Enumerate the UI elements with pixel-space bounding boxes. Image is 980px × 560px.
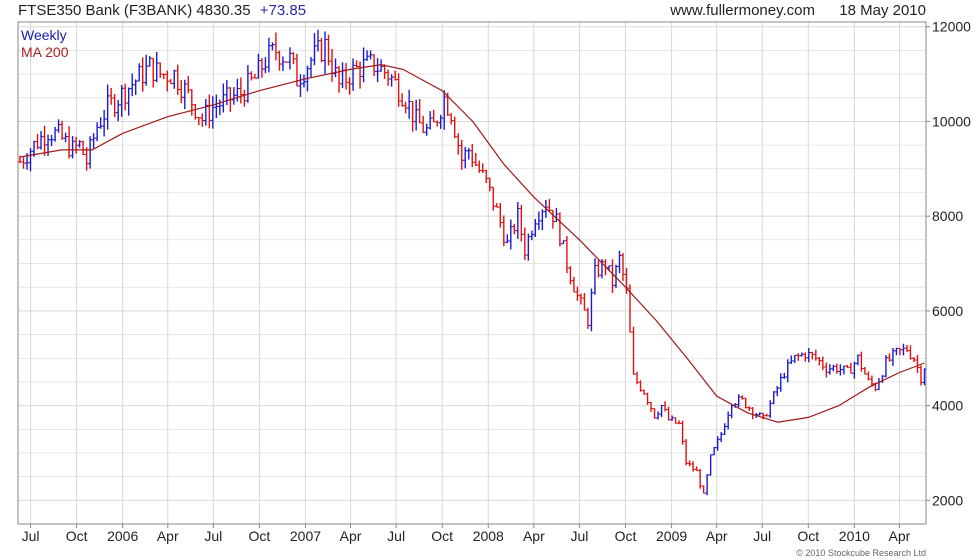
title-change: +73.85	[260, 2, 306, 19]
legend-ma-200: MA 200	[21, 44, 69, 60]
y-tick-label: 2000	[932, 492, 963, 508]
site-url[interactable]: www.fullermoney.com	[669, 2, 815, 19]
y-tick-label: 6000	[932, 303, 963, 319]
x-tick-label: Jul	[570, 528, 588, 544]
y-tick-label: 8000	[932, 208, 963, 224]
price-chart: 2000 4000 6000 8000 10000 12000 Jul Oct 2006 Apr…	[0, 0, 980, 560]
x-tick-label: Jul	[753, 528, 771, 544]
x-tick-label: Oct	[66, 528, 88, 544]
x-tick-label: 2008	[473, 528, 504, 544]
x-tick-label: Jul	[22, 528, 40, 544]
x-tick-label: Oct	[615, 528, 637, 544]
legend-weekly: Weekly	[21, 27, 67, 43]
y-tick-label: 12000	[932, 19, 971, 35]
x-tick-label: Apr	[706, 528, 728, 544]
x-tick-label: Apr	[340, 528, 362, 544]
x-tick-label: 2009	[656, 528, 687, 544]
x-tick-label: 2010	[839, 528, 870, 544]
x-tick-label: Jul	[204, 528, 222, 544]
x-tick-label: 2007	[290, 528, 321, 544]
x-tick-label: Apr	[523, 528, 545, 544]
x-tick-label: Oct	[797, 528, 819, 544]
chart-background	[0, 0, 980, 560]
x-tick-label: 2006	[107, 528, 138, 544]
title-symbol: FTSE350 Bank (F3BANK) 4830.35	[18, 2, 251, 19]
x-tick-label: Oct	[431, 528, 453, 544]
copyright: © 2010 Stockcube Research Ltd	[796, 548, 926, 558]
y-tick-label: 10000	[932, 113, 971, 129]
x-tick-label: Oct	[249, 528, 271, 544]
x-tick-label: Jul	[387, 528, 405, 544]
chart-date: 18 May 2010	[839, 2, 926, 19]
x-tick-label: Apr	[157, 528, 179, 544]
y-tick-label: 4000	[932, 398, 963, 414]
x-tick-label: Apr	[889, 528, 911, 544]
chart-title: FTSE350 Bank (F3BANK) 4830.35 +73.85	[18, 2, 306, 19]
